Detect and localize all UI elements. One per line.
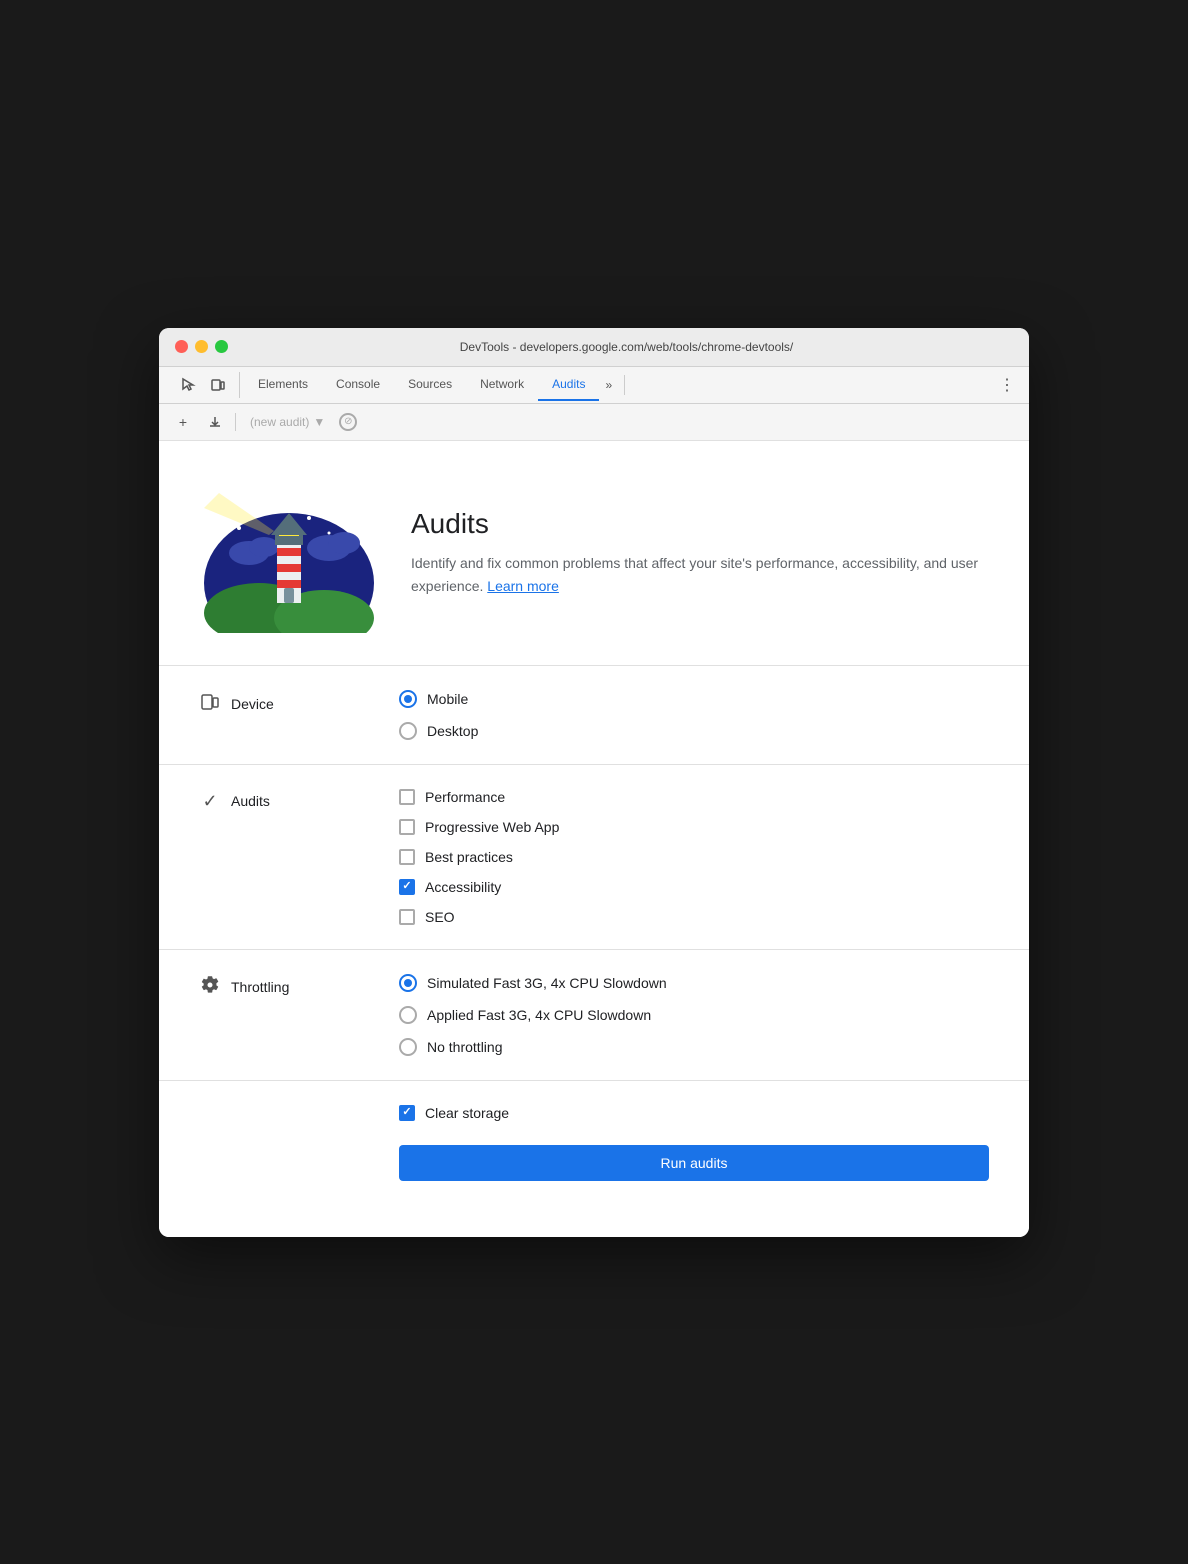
maximize-button[interactable] (215, 340, 228, 353)
audit-accessibility-option[interactable]: Accessibility (399, 879, 989, 895)
throttling-simulated-option[interactable]: Simulated Fast 3G, 4x CPU Slowdown (399, 974, 989, 992)
throttling-applied-option[interactable]: Applied Fast 3G, 4x CPU Slowdown (399, 1006, 989, 1024)
throttling-applied-radio[interactable] (399, 1006, 417, 1024)
throttling-simulated-label: Simulated Fast 3G, 4x CPU Slowdown (427, 975, 667, 991)
devtools-icons (167, 372, 240, 398)
throttling-none-label: No throttling (427, 1039, 502, 1055)
toolbar-separator (235, 413, 236, 431)
lighthouse-illustration (199, 473, 379, 633)
traffic-lights (175, 340, 228, 353)
kebab-menu-button[interactable]: ⋮ (993, 367, 1021, 403)
clear-storage-option[interactable]: Clear storage (399, 1105, 989, 1121)
gear-icon (199, 976, 221, 999)
audit-pwa-option[interactable]: Progressive Web App (399, 819, 989, 835)
audit-toolbar: + (new audit) ▼ ⊘ (159, 404, 1029, 441)
hero-section: Audits Identify and fix common problems … (199, 473, 989, 633)
audit-performance-checkbox[interactable] (399, 789, 415, 805)
tab-network[interactable]: Network (466, 369, 538, 401)
window-title: DevTools - developers.google.com/web/too… (240, 340, 1013, 354)
audit-pwa-label: Progressive Web App (425, 819, 559, 835)
device-mobile-option[interactable]: Mobile (399, 690, 989, 708)
more-tabs-button[interactable]: » (599, 370, 618, 400)
throttling-label: Throttling (199, 974, 399, 999)
audit-best-practices-option[interactable]: Best practices (399, 849, 989, 865)
devtools-window: DevTools - developers.google.com/web/too… (159, 328, 1029, 1237)
checkmark-icon: ✓ (199, 791, 221, 812)
audits-section: ✓ Audits Performance Progressive Web App… (199, 765, 989, 949)
hero-description: Identify and fix common problems that af… (411, 552, 989, 597)
add-audit-button[interactable]: + (171, 410, 195, 434)
throttling-section-label: Throttling (231, 979, 289, 995)
tab-sources[interactable]: Sources (394, 369, 466, 401)
tab-console[interactable]: Console (322, 369, 394, 401)
no-entry-icon[interactable]: ⊘ (339, 413, 357, 431)
download-audit-button[interactable] (203, 410, 227, 434)
hero-title: Audits (411, 508, 989, 540)
clear-storage-checkbox[interactable] (399, 1105, 415, 1121)
device-icon (199, 692, 221, 717)
hero-text: Audits Identify and fix common problems … (411, 508, 989, 597)
throttling-none-radio[interactable] (399, 1038, 417, 1056)
device-mobile-label: Mobile (427, 691, 468, 707)
audit-pwa-checkbox[interactable] (399, 819, 415, 835)
audit-seo-label: SEO (425, 909, 455, 925)
minimize-button[interactable] (195, 340, 208, 353)
tab-elements[interactable]: Elements (244, 369, 322, 401)
throttling-none-option[interactable]: No throttling (399, 1038, 989, 1056)
storage-section: Clear storage Run audits (399, 1081, 989, 1205)
tab-audits[interactable]: Audits (538, 369, 599, 401)
inspect-icon[interactable] (175, 372, 201, 398)
devtools-tab-bar: Elements Console Sources Network Audits … (159, 367, 1029, 404)
device-mobile-radio[interactable] (399, 690, 417, 708)
close-button[interactable] (175, 340, 188, 353)
audit-performance-label: Performance (425, 789, 505, 805)
device-section: Device Mobile Desktop (199, 666, 989, 764)
clear-storage-label: Clear storage (425, 1105, 509, 1121)
device-section-label: Device (231, 696, 274, 712)
device-options: Mobile Desktop (399, 690, 989, 740)
audit-best-practices-label: Best practices (425, 849, 513, 865)
throttling-options: Simulated Fast 3G, 4x CPU Slowdown Appli… (399, 974, 989, 1056)
titlebar: DevTools - developers.google.com/web/too… (159, 328, 1029, 367)
run-audits-button[interactable]: Run audits (399, 1145, 989, 1181)
device-desktop-radio[interactable] (399, 722, 417, 740)
audit-accessibility-label: Accessibility (425, 879, 501, 895)
learn-more-link[interactable]: Learn more (487, 578, 559, 594)
device-desktop-label: Desktop (427, 723, 478, 739)
audit-accessibility-checkbox[interactable] (399, 879, 415, 895)
audit-seo-option[interactable]: SEO (399, 909, 989, 925)
audits-options: Performance Progressive Web App Best pra… (399, 789, 989, 925)
throttling-applied-label: Applied Fast 3G, 4x CPU Slowdown (427, 1007, 651, 1023)
audits-section-label: Audits (231, 793, 270, 809)
audit-dropdown-label: (new audit) (250, 415, 309, 429)
audits-label: ✓ Audits (199, 789, 399, 812)
throttling-section: Throttling Simulated Fast 3G, 4x CPU Slo… (199, 950, 989, 1080)
chevron-down-icon: ▼ (313, 415, 325, 429)
audit-seo-checkbox[interactable] (399, 909, 415, 925)
audit-best-practices-checkbox[interactable] (399, 849, 415, 865)
device-mode-icon[interactable] (205, 372, 231, 398)
throttling-simulated-radio[interactable] (399, 974, 417, 992)
device-label: Device (199, 690, 399, 717)
tab-separator (624, 375, 625, 395)
main-content: Audits Identify and fix common problems … (159, 441, 1029, 1237)
audit-dropdown[interactable]: (new audit) ▼ (244, 413, 331, 431)
audit-performance-option[interactable]: Performance (399, 789, 989, 805)
device-desktop-option[interactable]: Desktop (399, 722, 989, 740)
